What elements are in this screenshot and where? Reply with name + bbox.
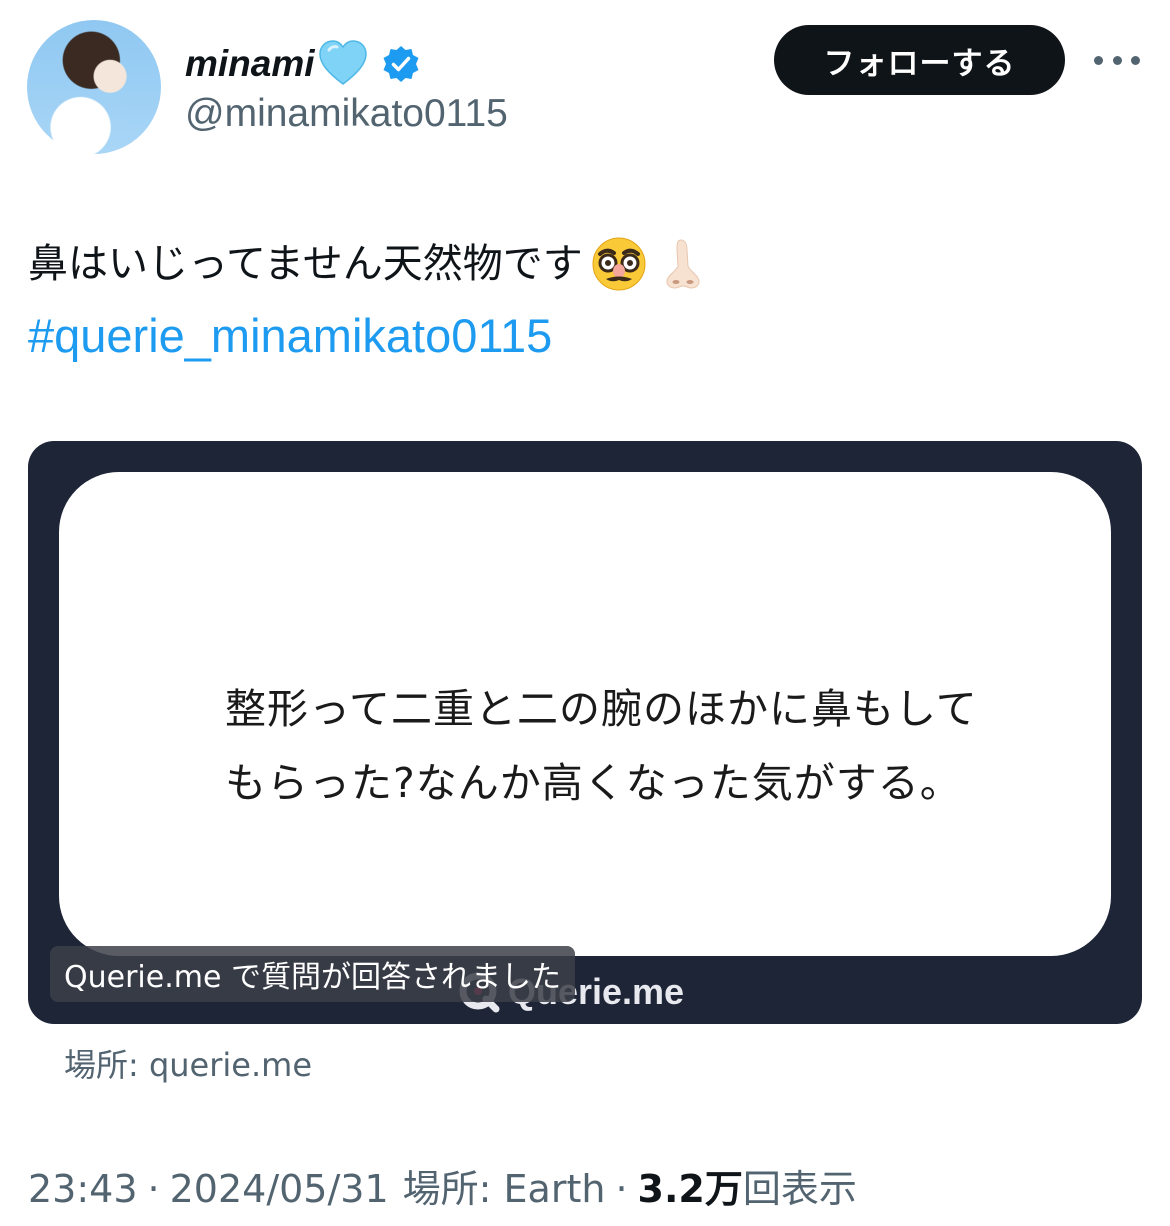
more-horizontal-icon[interactable] — [1094, 48, 1140, 72]
author-handle[interactable]: @minamikato0115 — [185, 92, 508, 136]
views-label: 回表示 — [742, 1167, 857, 1211]
verified-badge-icon[interactable] — [381, 44, 421, 84]
card-source[interactable]: 場所: querie.me — [64, 1040, 312, 1086]
question-line: もらった?なんか高くなった気がする。 — [225, 759, 962, 807]
card-caption: Querie.me で質問が回答されました — [50, 946, 575, 1002]
question-text: 整形って二重と二の腕のほかに鼻もして もらった?なんか高くなった気がする。 — [225, 672, 1065, 820]
light-blue-heart-icon — [317, 38, 369, 90]
hashtag-link[interactable]: #querie_minamikato0115 — [28, 300, 552, 372]
question-line: 整形って二重と二の腕のほかに鼻もして — [225, 685, 978, 733]
disguised-face-emoji-icon — [591, 236, 647, 292]
separator: · — [615, 1167, 628, 1211]
nose-emoji-icon — [655, 236, 711, 292]
author-name[interactable]: minami — [185, 43, 315, 85]
tweet-text: 鼻はいじってません天然物です #querie_minamikato0115 — [28, 228, 711, 372]
follow-button[interactable]: フォローする — [774, 25, 1065, 95]
separator: · — [147, 1167, 160, 1211]
tweet-body: 鼻はいじってません天然物です — [28, 241, 583, 287]
link-card[interactable]: 整形って二重と二の腕のほかに鼻もして もらった?なんか高くなった気がする。 Qu… — [28, 441, 1142, 1024]
tweet-meta: 23:43 · 2024/05/31 場所: Earth · 3.2万 回表示 — [28, 1158, 857, 1213]
author-name-row: minami — [185, 36, 421, 92]
tweet-date[interactable]: 2024/05/31 — [170, 1167, 389, 1211]
tweet-time[interactable]: 23:43 — [28, 1167, 138, 1211]
question-box: 整形って二重と二の腕のほかに鼻もして もらった?なんか高くなった気がする。 — [59, 472, 1111, 956]
avatar[interactable] — [27, 20, 161, 154]
views-count[interactable]: 3.2万 — [638, 1158, 743, 1213]
tweet-location: 場所: Earth — [402, 1167, 606, 1211]
